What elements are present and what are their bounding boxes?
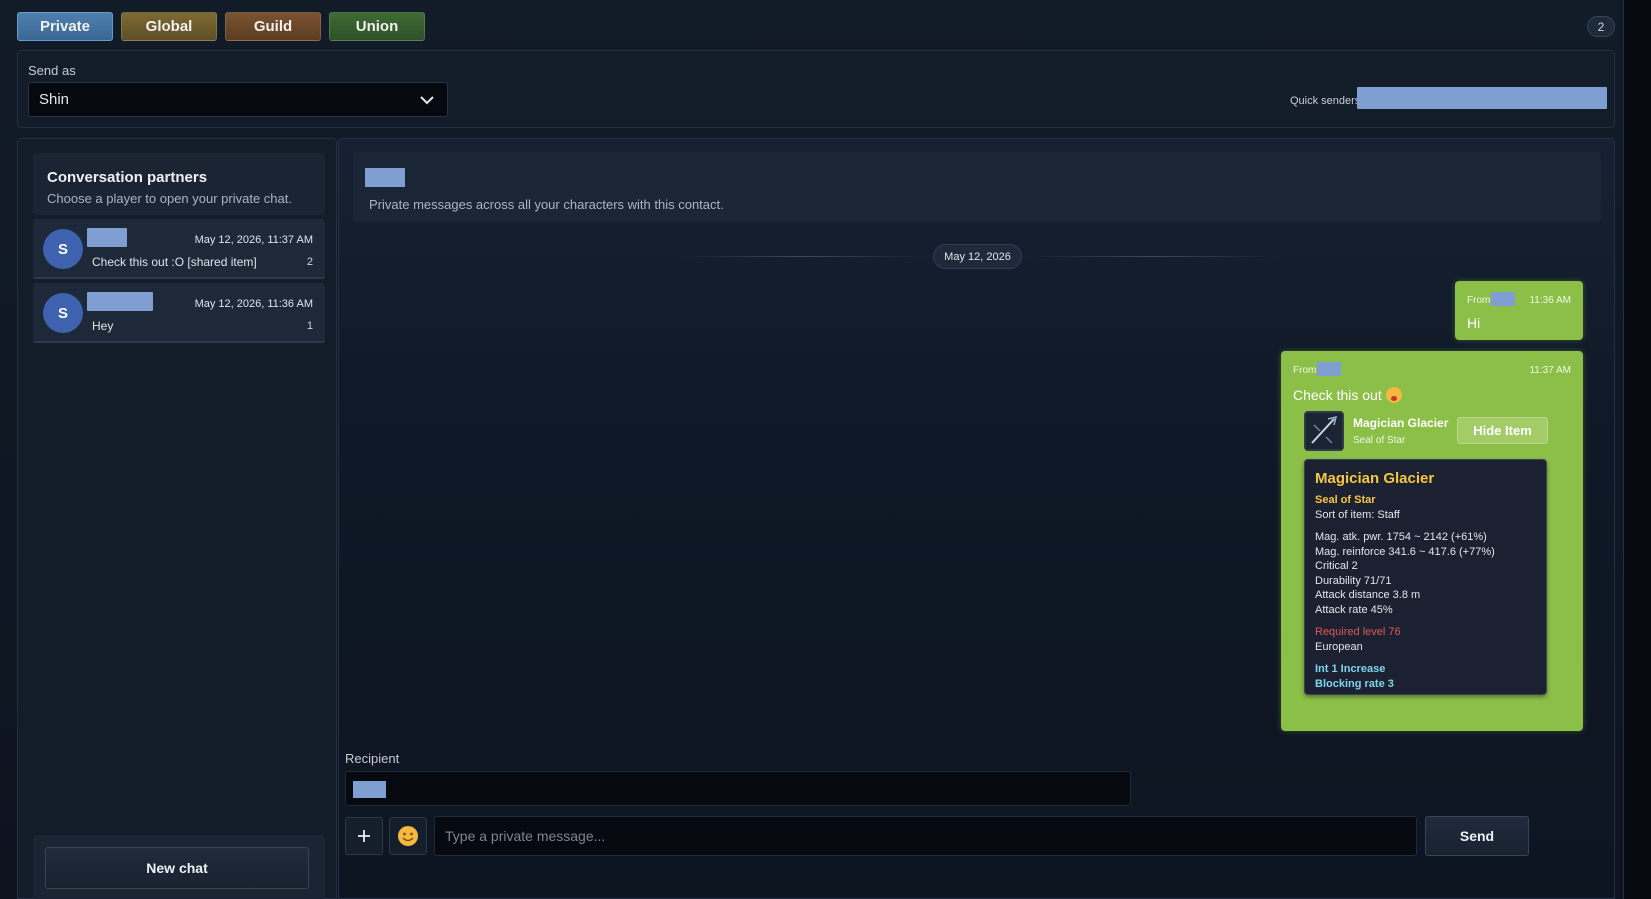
recipient-label: Recipient (345, 751, 400, 766)
smiley-icon (398, 826, 418, 846)
contact-preview: Check this out :O [shared item] (92, 255, 257, 269)
contact-item[interactable]: S May 12, 2026, 11:36 AM Hey 1 (33, 283, 325, 343)
new-chat-button[interactable]: New chat (45, 847, 309, 889)
recipient-name-redacted (353, 781, 386, 798)
contact-item[interactable]: S May 12, 2026, 11:37 AM Check this out … (33, 219, 325, 279)
contact-time: May 12, 2026, 11:36 AM (194, 298, 313, 310)
date-divider: May 12, 2026 (933, 244, 1022, 269)
tooltip-bonus: Int 1 Increase (1315, 663, 1386, 675)
staff-glyph-icon (1306, 413, 1342, 449)
item-type: Seal of Star (1353, 435, 1406, 446)
recipient-field[interactable] (345, 771, 1131, 806)
send-as-label: Send as (28, 63, 76, 78)
message-from-label: From (1293, 365, 1317, 376)
message-input[interactable] (434, 816, 1417, 856)
tooltip-race: European (1315, 640, 1363, 653)
new-chat-area: New chat (33, 835, 325, 899)
date-divider-line (679, 256, 929, 257)
quick-senders-label: Quick senders (1290, 95, 1361, 107)
chat-panel: Private messages across all your charact… (338, 138, 1615, 899)
avatar: S (43, 293, 83, 333)
window-edge (1624, 0, 1651, 899)
contact-header-subtitle: Private messages across all your charact… (369, 197, 724, 212)
tab-guild[interactable]: Guild (225, 12, 321, 41)
staff-item-icon[interactable] (1304, 411, 1344, 451)
message-bubble: From 11:36 AM Hi (1455, 281, 1583, 340)
unread-count-badge: 2 (1587, 16, 1615, 37)
attach-button[interactable] (345, 817, 383, 855)
tooltip-stat: Mag. atk. pwr. 1754 ~ 2142 (+61%) (1315, 531, 1487, 543)
contact-message-count: 2 (306, 256, 313, 268)
shared-item: Magician Glacier Seal of Star Hide Item (1304, 411, 1552, 451)
contact-name-redacted (365, 168, 405, 187)
contact-preview: Hey (92, 319, 114, 333)
tooltip-sort: Sort of item: Staff (1315, 508, 1400, 521)
contact-message-count: 1 (306, 320, 313, 332)
message-text: Hi (1467, 315, 1481, 331)
tooltip-stat: Mag. reinforce 341.6 ~ 417.6 (+77%) (1315, 545, 1495, 558)
message-time: 11:36 AM (1529, 295, 1571, 306)
item-name: Magician Glacier (1353, 416, 1449, 430)
partners-header: Conversation partners Choose a player to… (33, 153, 325, 215)
tooltip-title: Magician Glacier (1315, 470, 1435, 487)
message-text-content: Check this out (1293, 387, 1382, 403)
partners-title: Conversation partners (47, 169, 208, 186)
tooltip-stat: Attack distance 3.8 m (1315, 589, 1421, 601)
tooltip-stat: Durability 71/71 (1315, 574, 1392, 587)
tab-private[interactable]: Private (17, 12, 113, 41)
contact-name-redacted (87, 228, 127, 247)
quick-senders-field[interactable] (1357, 87, 1607, 109)
contact-time: May 12, 2026, 11:37 AM (194, 234, 313, 246)
chat-window: Private Global Guild Union 2 Send as Shi… (0, 0, 1624, 899)
send-as-select[interactable]: Shin (28, 82, 448, 117)
message-time: 11:37 AM (1529, 365, 1571, 376)
message-from-label: From (1467, 295, 1491, 306)
tooltip-bonus: Blocking rate 3 (1315, 677, 1394, 690)
partners-subtitle: Choose a player to open your private cha… (47, 191, 292, 206)
send-as-bar: Send as Shin Quick senders (17, 50, 1615, 128)
item-tooltip: Magician Glacier Seal of Star Sort of it… (1304, 459, 1547, 695)
channel-tabs: Private Global Guild Union (17, 12, 425, 41)
plus-icon (358, 830, 370, 842)
conversation-sidebar: Conversation partners Choose a player to… (17, 138, 337, 899)
sender-name-redacted (1491, 292, 1515, 306)
emoji-button[interactable] (389, 817, 427, 855)
surprised-face-icon (1385, 387, 1402, 403)
avatar: S (43, 229, 83, 269)
contact-header: Private messages across all your charact… (353, 152, 1601, 222)
hide-item-button[interactable]: Hide Item (1457, 417, 1548, 444)
date-divider-line (1027, 256, 1277, 257)
tooltip-required-level: Required level 76 (1315, 626, 1401, 638)
chevron-down-icon (420, 96, 434, 105)
tooltip-stat: Critical 2 (1315, 560, 1358, 572)
tab-union[interactable]: Union (329, 12, 425, 41)
contact-name-redacted (87, 292, 153, 311)
tab-global[interactable]: Global (121, 12, 217, 41)
tooltip-stat: Attack rate 45% (1315, 603, 1393, 616)
tooltip-rarity: Seal of Star (1315, 494, 1376, 506)
send-button[interactable]: Send (1425, 816, 1529, 856)
message-text: Check this out (1293, 387, 1402, 403)
sender-name-redacted (1317, 362, 1341, 376)
message-bubble: From 11:37 AM Check this out Magician Gl… (1281, 351, 1583, 731)
send-as-value: Shin (39, 91, 70, 108)
